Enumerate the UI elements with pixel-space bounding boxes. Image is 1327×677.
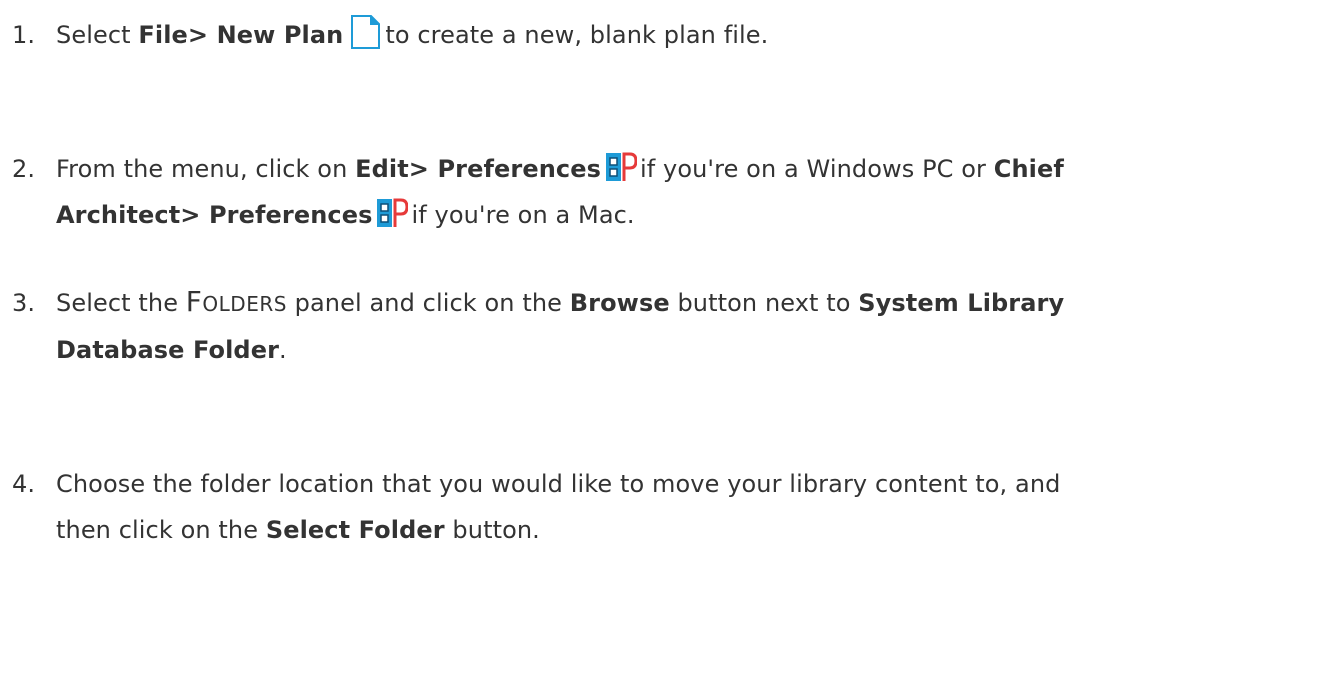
step-number: 1.	[12, 21, 36, 49]
step-text: button.	[452, 516, 540, 544]
menu-path: Edit> Preferences	[355, 155, 601, 183]
step-1: 1. Select File> New Plan to create a new, …	[12, 12, 768, 58]
step-text: Select the	[56, 289, 179, 317]
panel-name: FOLDERS	[185, 285, 287, 318]
step-number: 4.	[12, 470, 36, 498]
step-4: 4. Choose the folder location that you wo…	[12, 461, 1060, 553]
menu-path: Chief	[993, 155, 1064, 183]
new-plan-icon	[351, 15, 381, 49]
menu-path: File> New Plan	[138, 21, 344, 49]
step-text: button next to	[677, 289, 851, 317]
step-text: .	[279, 336, 287, 364]
step-2: 2. From the menu, click on Edit> Preferen…	[12, 146, 1064, 238]
preferences-icon	[377, 198, 409, 227]
step-text: then click on the	[56, 516, 259, 544]
step-text: From the menu, click on	[56, 155, 348, 183]
step-text: panel and click on the	[294, 289, 563, 317]
step-text: if you're on a Windows PC or	[639, 155, 986, 183]
step-text: Choose the folder location that you woul…	[56, 470, 1061, 498]
step-text: to create a new, blank plan file.	[385, 21, 769, 49]
step-text: Select	[56, 21, 131, 49]
menu-path: Architect> Preferences	[56, 201, 373, 229]
step-3: 3. Select the FOLDERS panel and click on …	[12, 279, 1064, 373]
setting-name: System Library	[858, 289, 1065, 317]
preferences-icon	[605, 152, 637, 181]
step-number: 2.	[12, 155, 36, 183]
button-name: Browse	[569, 289, 670, 317]
button-name: Select Folder	[265, 516, 445, 544]
step-text: if you're on a Mac.	[411, 201, 635, 229]
step-number: 3.	[12, 289, 36, 317]
setting-name: Database Folder	[56, 336, 280, 364]
